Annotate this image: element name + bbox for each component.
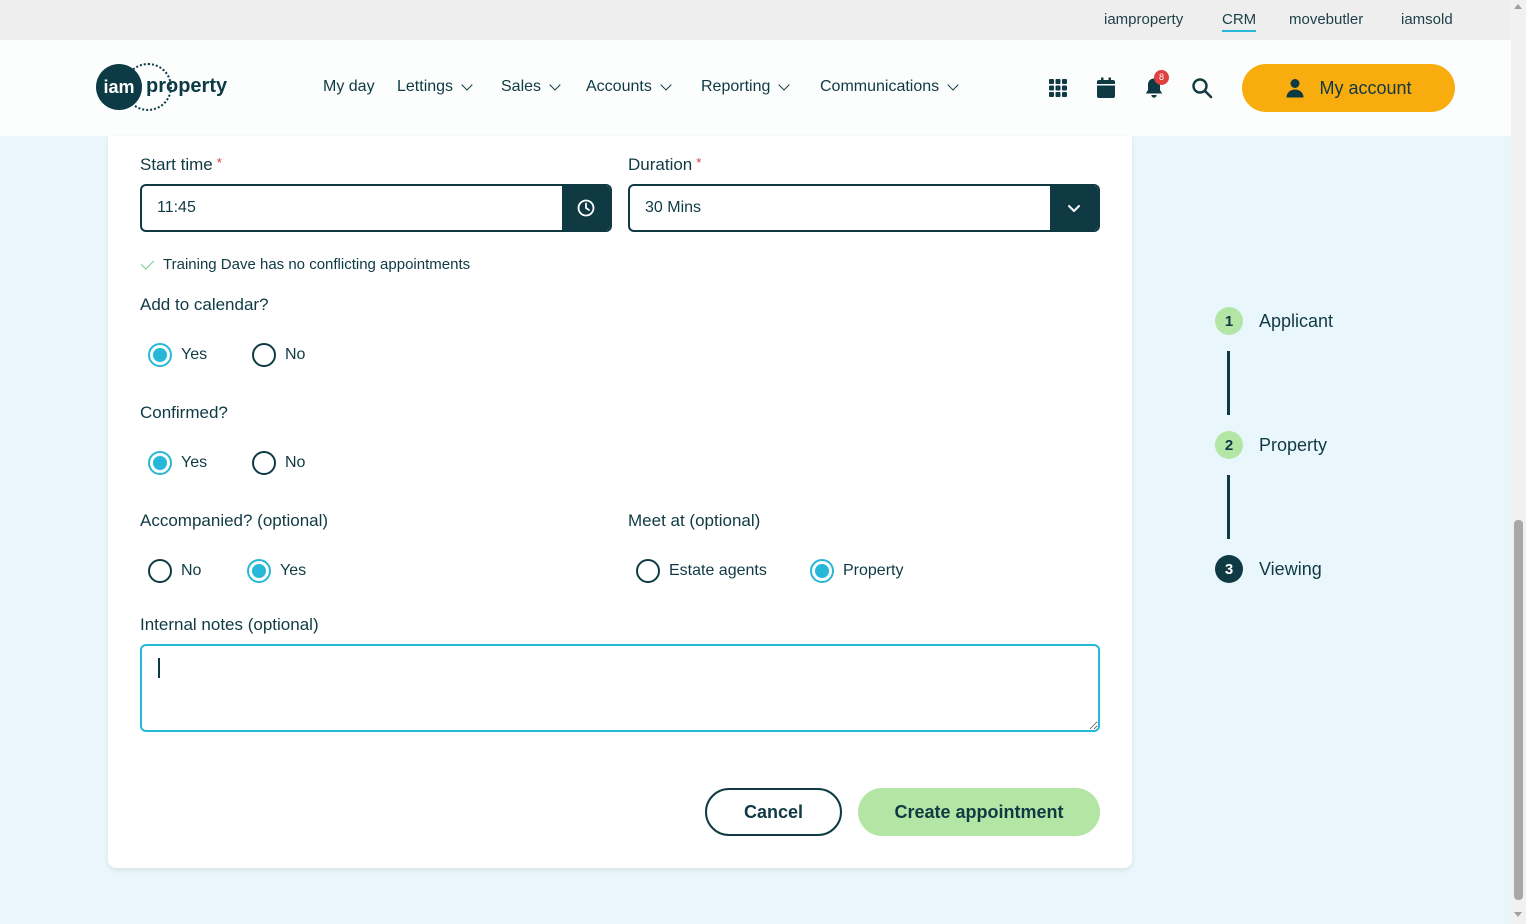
radio-unselected[interactable] <box>252 451 276 475</box>
chevron-down-icon <box>660 79 672 91</box>
scroll-down-arrow[interactable] <box>1514 912 1522 917</box>
time-picker-button[interactable] <box>562 186 610 230</box>
add-to-calendar-yes[interactable]: Yes <box>148 343 207 367</box>
user-icon <box>1286 79 1304 98</box>
start-time-label-text: Start time <box>140 155 213 174</box>
logo-word: property <box>146 75 228 97</box>
chevron-down-icon <box>461 79 473 91</box>
scrollbar-thumb[interactable] <box>1514 520 1523 900</box>
step-property[interactable]: 2 Property <box>1215 431 1327 459</box>
scroll-up-arrow[interactable] <box>1514 4 1522 9</box>
step-applicant[interactable]: 1 Applicant <box>1215 307 1333 335</box>
duration-label: Duration * <box>628 155 701 175</box>
cancel-button[interactable]: Cancel <box>705 788 842 836</box>
chevron-down-icon <box>947 79 959 91</box>
radio-label: Yes <box>181 454 208 471</box>
radio-selected[interactable] <box>810 559 834 583</box>
my-account-label: My account <box>1319 77 1412 98</box>
meet-at-estate-agents[interactable]: Estate agents <box>636 559 767 583</box>
step-number: 2 <box>1215 431 1243 459</box>
nav-label: My day <box>323 78 375 95</box>
utility-link-iamsold[interactable]: iamsold <box>1401 11 1453 28</box>
internal-notes-textarea[interactable] <box>140 644 1100 732</box>
create-appointment-button[interactable]: Create appointment <box>858 788 1100 836</box>
chevron-down-icon <box>549 79 561 91</box>
iamproperty-logo[interactable]: iam property <box>96 63 236 111</box>
logo-mark: iam <box>96 64 142 110</box>
radio-label: Yes <box>280 562 307 579</box>
nav-label: Lettings <box>397 78 454 95</box>
nav-label: Accounts <box>586 78 652 95</box>
main-header: iam property My day Lettings Sales Accou… <box>0 40 1511 136</box>
meet-at-property[interactable]: Property <box>810 559 903 583</box>
accompanied-label: Accompanied? (optional) <box>140 511 329 530</box>
calendar-icon[interactable] <box>1094 76 1118 100</box>
duration-value: 30 Mins <box>645 199 702 216</box>
radio-label: Yes <box>181 346 208 363</box>
utility-link-crm[interactable]: CRM <box>1222 11 1257 32</box>
step-label: Applicant <box>1259 310 1334 331</box>
duration-label-text: Duration <box>628 155 693 174</box>
no-conflict-text: Training Dave has no conflicting appoint… <box>163 256 471 273</box>
utility-bar: iamproperty CRM movebutler iamsold <box>0 0 1511 40</box>
step-label: Viewing <box>1259 558 1322 579</box>
confirmed-label: Confirmed? <box>140 403 228 422</box>
text-caret <box>158 658 160 678</box>
no-conflict-message: Training Dave has no conflicting appoint… <box>140 255 471 273</box>
nav-lettings[interactable]: Lettings <box>397 78 473 96</box>
radio-label: No <box>285 454 306 471</box>
nav-accounts[interactable]: Accounts <box>586 78 672 96</box>
radio-selected[interactable] <box>148 451 172 475</box>
meet-at-label: Meet at (optional) <box>628 511 761 530</box>
start-time-field[interactable]: 11:45 <box>140 184 612 232</box>
nav-my-day[interactable]: My day <box>323 78 375 96</box>
required-mark: * <box>216 155 222 170</box>
chevron-down-icon <box>1068 205 1080 212</box>
check-icon <box>140 255 155 270</box>
notification-badge: 8 <box>1154 70 1169 85</box>
step-connector <box>1227 475 1230 539</box>
internal-notes-label: Internal notes (optional) <box>140 615 319 634</box>
radio-unselected[interactable] <box>148 559 172 583</box>
confirmed-no[interactable]: No <box>252 451 305 475</box>
add-to-calendar-label: Add to calendar? <box>140 295 269 314</box>
start-time-label: Start time * <box>140 155 222 175</box>
accompanied-yes[interactable]: Yes <box>247 559 306 583</box>
apps-grid-icon[interactable] <box>1046 76 1070 100</box>
nav-label: Communications <box>820 78 940 95</box>
duration-dropdown-button[interactable] <box>1050 186 1098 230</box>
required-mark: * <box>696 155 702 170</box>
accompanied-no[interactable]: No <box>148 559 201 583</box>
step-viewing[interactable]: 3 Viewing <box>1215 555 1322 583</box>
radio-selected[interactable] <box>247 559 271 583</box>
radio-unselected[interactable] <box>252 343 276 367</box>
add-to-calendar-no[interactable]: No <box>252 343 305 367</box>
search-icon[interactable] <box>1190 76 1214 100</box>
utility-link-movebutler[interactable]: movebutler <box>1289 11 1363 28</box>
step-connector <box>1227 351 1230 415</box>
step-label: Property <box>1259 434 1328 455</box>
step-number: 1 <box>1215 307 1243 335</box>
utility-link-iamproperty[interactable]: iamproperty <box>1104 11 1183 28</box>
start-time-value: 11:45 <box>157 199 196 216</box>
step-number-current: 3 <box>1215 555 1243 583</box>
radio-label: No <box>285 346 306 363</box>
appointment-form-card <box>108 136 1132 868</box>
chevron-down-icon <box>778 79 791 91</box>
my-account-button[interactable]: My account <box>1242 64 1455 112</box>
nav-reporting[interactable]: Reporting <box>701 78 791 96</box>
nav-label: Sales <box>501 78 542 95</box>
radio-selected[interactable] <box>148 343 172 367</box>
nav-sales[interactable]: Sales <box>501 78 561 96</box>
radio-label: Property <box>843 562 904 579</box>
radio-label: Estate agents <box>669 562 767 579</box>
confirmed-yes[interactable]: Yes <box>148 451 207 475</box>
nav-communications[interactable]: Communications <box>820 78 959 96</box>
clock-icon <box>577 199 595 217</box>
duration-select[interactable]: 30 Mins <box>628 184 1100 232</box>
nav-label: Reporting <box>701 78 771 95</box>
radio-label: No <box>181 562 202 579</box>
radio-unselected[interactable] <box>636 559 660 583</box>
